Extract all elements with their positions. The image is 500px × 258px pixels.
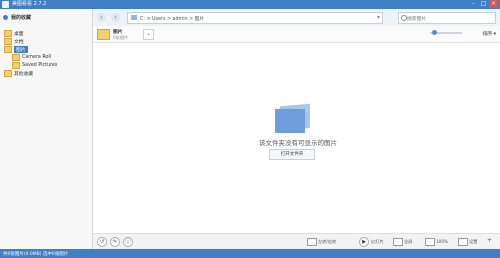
sidebar-item-other[interactable]: 其他收藏: [4, 69, 57, 77]
folder-count: 0张图片: [113, 35, 129, 40]
folder-tree: 桌面 文档 图片 Camera Roll Saved Pictures 其他收藏: [4, 29, 57, 77]
breadcrumb[interactable]: C: > Users > admin > 图片: [140, 15, 204, 22]
open-folder-button[interactable]: 打开文件夹: [269, 149, 315, 160]
window-title: 美图看看 2.7.2: [12, 1, 47, 7]
search-input[interactable]: 搜索图片: [398, 12, 496, 24]
empty-folder-illustration: [275, 103, 313, 133]
current-folder-tab[interactable]: 图片 0张图片: [97, 28, 128, 41]
chevron-down-icon[interactable]: ▾: [377, 14, 380, 21]
sidebar-item-saved-pictures[interactable]: Saved Pictures: [4, 61, 57, 69]
computer-icon: [131, 15, 137, 20]
add-icon[interactable]: +: [487, 237, 492, 244]
fullscreen-icon[interactable]: [393, 238, 403, 246]
image-grid: 该文件夹没有可显示的图片 打开文件夹: [93, 43, 500, 233]
favorites-icon: [3, 15, 8, 20]
folder-name: 图片: [113, 30, 123, 35]
sidebar: 我的收藏 桌面 文档 图片 Camera Roll Saved Pictures…: [0, 9, 93, 249]
folder-icon: [12, 53, 20, 61]
sidebar-item-camera-roll[interactable]: Camera Roll: [4, 53, 57, 61]
refresh-icon[interactable]: ↺: [97, 237, 107, 247]
desktop-icon: [4, 29, 12, 37]
settings-label[interactable]: 设置: [469, 239, 477, 245]
close-icon[interactable]: ×: [489, 0, 498, 8]
search-placeholder: 搜索图片: [407, 17, 427, 22]
sidebar-item-pictures[interactable]: 图片: [4, 45, 57, 53]
zoom-icon[interactable]: [425, 238, 435, 246]
back-icon[interactable]: ‹: [97, 13, 106, 22]
sidebar-item-desktop[interactable]: 桌面: [4, 29, 57, 37]
status-bar: 共0张图片(0.0MB) 选中0张图片: [0, 249, 500, 258]
folder-icon: [4, 37, 12, 45]
sidebar-item-documents[interactable]: 文档: [4, 37, 57, 45]
folder-icon: [12, 61, 20, 69]
address-bar[interactable]: C: > Users > admin > 图片 ▾: [127, 12, 383, 24]
sort-button[interactable]: 排序 ▾: [482, 30, 496, 37]
bottom-toolbar: ↺ ✎ ⓘ 左转/右转 ▶ 幻灯片 全屏 100% 设置 +: [93, 233, 500, 249]
folder-icon: [4, 45, 12, 53]
info-icon[interactable]: ⓘ: [123, 237, 133, 247]
title-bar: 美图看看 2.7.2 – □ ×: [0, 0, 500, 9]
toolbar: ‹ › C: > Users > admin > 图片 ▾ 搜索图片: [93, 9, 500, 27]
forward-icon[interactable]: ›: [111, 13, 120, 22]
fullscreen-label[interactable]: 全屏: [404, 239, 412, 245]
view-mode-button[interactable]: ⌄: [143, 29, 154, 40]
sidebar-header-label: 我的收藏: [11, 15, 32, 21]
folder-icon: [4, 69, 12, 77]
settings-icon[interactable]: [458, 238, 468, 246]
rotate-label[interactable]: 左转/右转: [318, 239, 336, 245]
empty-message: 该文件夹没有可显示的图片: [259, 139, 337, 147]
rotate-icon[interactable]: [307, 238, 317, 246]
slideshow-icon[interactable]: ▶: [359, 237, 369, 247]
sub-toolbar: 图片 0张图片 ⌄ 排序 ▾: [93, 26, 500, 43]
app-logo-icon: [2, 1, 9, 8]
status-text: 共0张图片(0.0MB) 选中0张图片: [3, 252, 69, 257]
thumbnail-size-slider[interactable]: [430, 30, 462, 35]
edit-icon[interactable]: ✎: [110, 237, 120, 247]
slideshow-label[interactable]: 幻灯片: [371, 239, 384, 245]
folder-icon: [97, 29, 110, 40]
window-controls: – □ ×: [469, 0, 498, 9]
maximize-icon[interactable]: □: [479, 0, 488, 8]
zoom-label[interactable]: 100%: [436, 239, 448, 244]
slider-knob[interactable]: [432, 30, 437, 35]
sidebar-header[interactable]: 我的收藏: [3, 14, 31, 21]
minimize-icon[interactable]: –: [469, 0, 478, 8]
